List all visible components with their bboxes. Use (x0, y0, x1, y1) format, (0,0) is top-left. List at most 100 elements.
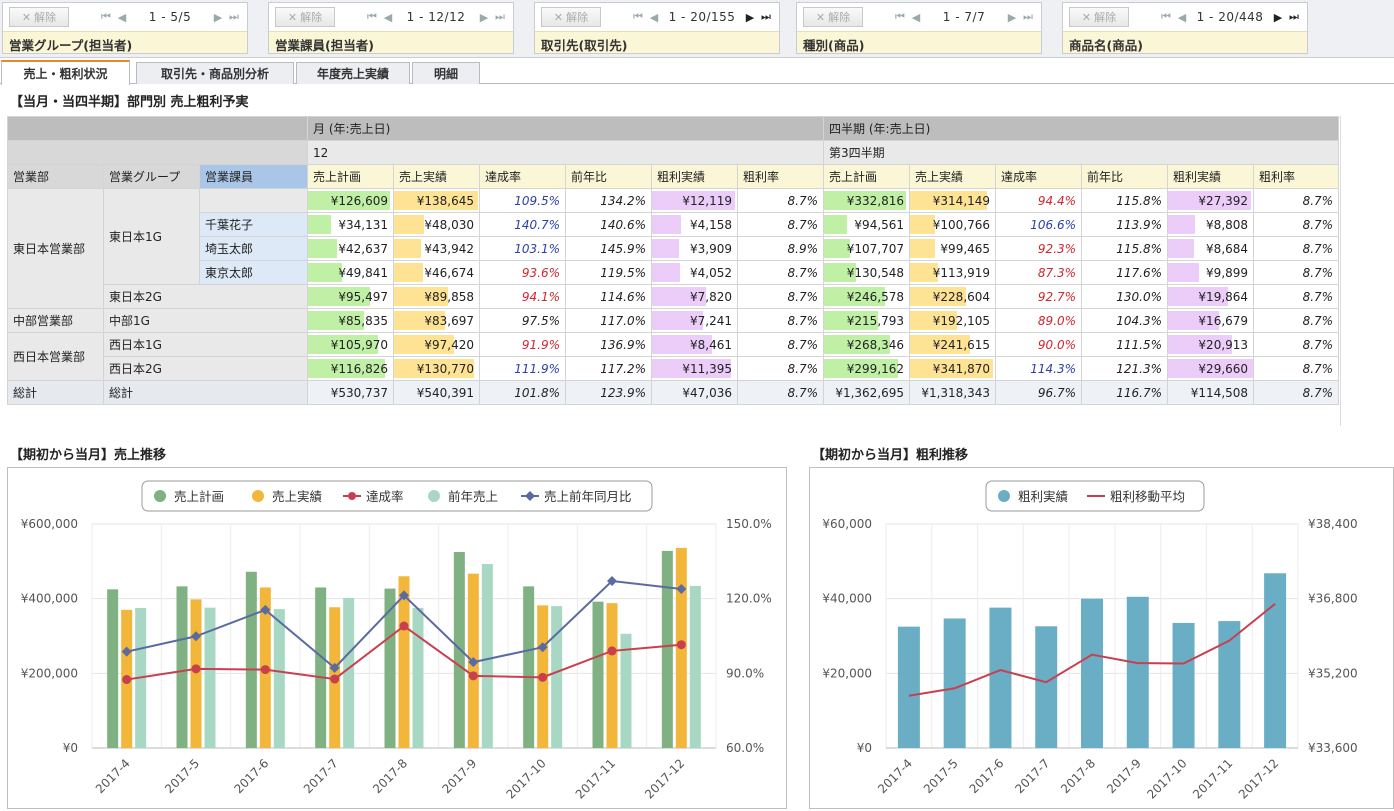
tab-4[interactable]: 明細 (412, 62, 480, 84)
bar-2[interactable] (190, 599, 202, 748)
value-cell: ¥85,835 (307, 308, 395, 333)
value-text: ¥107,707 (846, 241, 905, 256)
bar-1[interactable] (1126, 596, 1149, 748)
x-tick-label: 2017-4 (875, 756, 915, 796)
first-page-icon[interactable]: ⏮ (1159, 9, 1173, 25)
clear-filter-button[interactable]: ✕ 解除 (1069, 7, 1129, 27)
next-page-icon[interactable]: ▶ (477, 9, 491, 25)
bar-1[interactable] (1172, 622, 1195, 748)
next-page-icon[interactable]: ▶ (1005, 9, 1019, 25)
clear-filter-button[interactable]: ✕ 解除 (9, 7, 69, 27)
table-row: 東京太郎 ¥49,841 ¥46,674 93.6% 119.5% ¥4,052 8.7% ¥… (8, 260, 1340, 285)
line-point[interactable] (260, 665, 270, 675)
gross-trend-chart: ¥0 ¥20,000 ¥40,000 ¥60,000 ¥33,600 ¥35,200 ¥36… (809, 467, 1394, 809)
last-page-icon[interactable]: ⏭ (227, 9, 241, 25)
bar-1[interactable] (523, 586, 535, 748)
line-point[interactable] (122, 675, 132, 685)
clear-icon: ✕ (21, 10, 32, 24)
bar-1[interactable] (384, 588, 396, 748)
first-page-icon[interactable]: ⏮ (631, 9, 645, 25)
y-left-tick-label: ¥40,000 (822, 592, 872, 606)
value-cell: ¥49,841 (307, 260, 395, 285)
prev-page-icon[interactable]: ◀ (115, 9, 129, 25)
bar-4[interactable] (412, 608, 424, 748)
ratio-cell: 8.7% (1253, 284, 1340, 309)
value-bar (394, 239, 422, 258)
ratio-cell: 8.7% (737, 212, 825, 237)
prev-page-icon[interactable]: ◀ (1175, 9, 1189, 25)
last-page-icon[interactable]: ⏭ (493, 9, 507, 25)
ratio-cell: 117.2% (565, 356, 653, 381)
tab-3[interactable]: 年度売上実績 (296, 62, 410, 84)
measure-header: 売上計画 (823, 164, 911, 189)
ratio-cell: 8.7% (1253, 260, 1340, 285)
bar-1[interactable] (661, 550, 673, 748)
first-page-icon[interactable]: ⏮ (893, 9, 907, 25)
first-page-icon[interactable]: ⏮ (99, 9, 113, 25)
y-right-tick-label: 150.0% (726, 517, 772, 531)
line-point[interactable] (538, 672, 548, 682)
bar-2[interactable] (606, 603, 618, 748)
clear-icon: ✕ (1081, 10, 1092, 24)
next-page-icon[interactable]: ▶ (743, 9, 757, 25)
quarter-group-header: 四半期 (年:売上日) (823, 116, 1340, 141)
tab-1[interactable]: 売上・粗利状況 (1, 60, 130, 85)
last-page-icon[interactable]: ⏭ (1021, 9, 1035, 25)
legend-label: 粗利移動平均 (1110, 489, 1185, 504)
clear-filter-button[interactable]: ✕ 解除 (803, 7, 863, 27)
prev-page-icon[interactable]: ◀ (647, 9, 661, 25)
prev-page-icon[interactable]: ◀ (909, 9, 923, 25)
value-bar (652, 215, 681, 234)
bar-4[interactable] (689, 585, 701, 748)
next-page-icon[interactable]: ▶ (1271, 9, 1285, 25)
last-page-icon[interactable]: ⏭ (759, 9, 773, 25)
bar-1[interactable] (592, 601, 604, 748)
total-group-cell: 総計 (102, 380, 309, 405)
total-value-cell: 96.7% (995, 380, 1083, 405)
measure-header: 売上計画 (307, 164, 395, 189)
filter-panel: ✕ 解除 ⏮ ◀ 1 - 20/155 ▶ ⏭ 取引先(取引先) (534, 2, 780, 54)
x-tick-label: 2017-11 (573, 756, 618, 801)
line-point[interactable] (468, 671, 478, 681)
clear-filter-button[interactable]: ✕ 解除 (275, 7, 335, 27)
bar-1[interactable] (176, 586, 188, 748)
clear-filter-button[interactable]: ✕ 解除 (541, 7, 601, 27)
last-page-icon[interactable]: ⏭ (1287, 9, 1301, 25)
bar-2[interactable] (398, 576, 410, 748)
line-point[interactable] (191, 664, 201, 674)
table-title: 【当月・当四半期】部門別 売上粗利予実 (10, 95, 249, 110)
ratio-cell: 104.3% (1081, 308, 1169, 333)
bar-1[interactable] (107, 589, 119, 748)
bar-1[interactable] (1035, 626, 1058, 748)
value-cell: ¥8,461 (651, 332, 739, 357)
measure-header: 前年比 (1081, 164, 1169, 189)
ratio-cell: 8.7% (1253, 332, 1340, 357)
bar-1[interactable] (989, 607, 1012, 748)
bar-1[interactable] (897, 626, 920, 748)
prev-page-icon[interactable]: ◀ (381, 9, 395, 25)
bar-1[interactable] (943, 618, 966, 748)
line-point[interactable] (399, 621, 409, 631)
value-cell: ¥130,548 (823, 260, 911, 285)
measure-header: 粗利率 (737, 164, 825, 189)
bar-1[interactable] (1081, 598, 1103, 748)
value-cell: ¥314,149 (909, 188, 997, 213)
bar-4[interactable] (273, 609, 285, 748)
measure-header: 売上実績 (909, 164, 997, 189)
line-point[interactable] (607, 646, 617, 656)
table-row: 西日本営業部 西日本1G ¥105,970 ¥97,420 91.9% 136.9% ¥8,… (7, 332, 1340, 381)
bar-1[interactable] (245, 571, 257, 748)
bar-1[interactable] (1264, 573, 1287, 748)
gross-trend-svg: ¥0 ¥20,000 ¥40,000 ¥60,000 ¥33,600 ¥35,200 ¥36… (822, 480, 1358, 802)
value-cell: ¥228,604 (909, 284, 997, 309)
first-page-icon[interactable]: ⏮ (365, 9, 379, 25)
line-point[interactable] (676, 640, 686, 650)
tab-2[interactable]: 取引先・商品別分析 (136, 62, 294, 84)
bar-1[interactable] (315, 587, 327, 748)
bar-4[interactable] (481, 563, 493, 748)
bar-4[interactable] (551, 606, 563, 748)
bar-4[interactable] (343, 597, 355, 748)
group-cell: 東日本2G (102, 284, 309, 309)
next-page-icon[interactable]: ▶ (211, 9, 225, 25)
line-point[interactable] (330, 674, 340, 684)
